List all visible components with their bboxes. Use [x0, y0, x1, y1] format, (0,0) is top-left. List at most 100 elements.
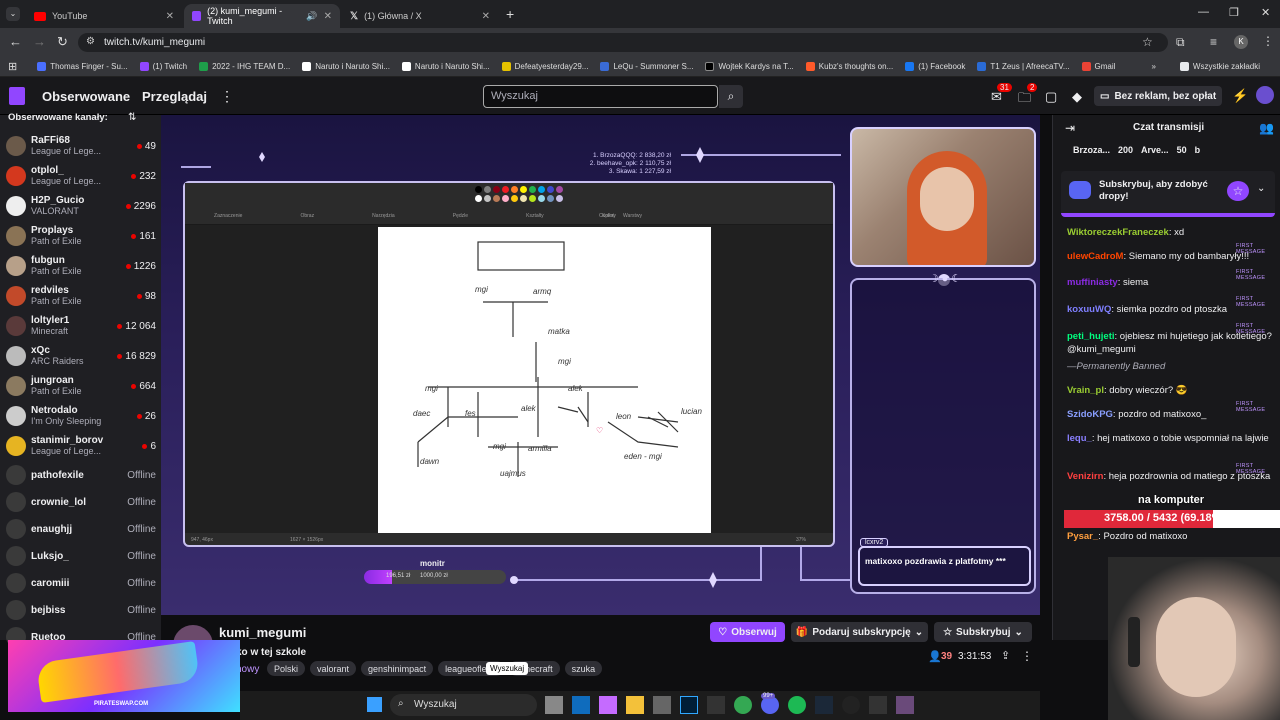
leaderboard-entry[interactable]: Arve...	[1141, 145, 1169, 155]
bits-icon[interactable]: ◆	[1072, 89, 1082, 105]
chat-message[interactable]: lequ_: hej matixoxo o tobie wspomniał na…	[1067, 432, 1275, 445]
tag[interactable]: Polski	[267, 661, 306, 676]
sidebar-channel[interactable]: Luksjo_ Offline	[6, 541, 156, 571]
sidebar-channel[interactable]: Netrodalo I'm Only Sleeping 26	[6, 401, 156, 431]
task-view-icon[interactable]	[545, 696, 563, 714]
gift-sub-button[interactable]: 🎁 Podaruj subskrypcję ⌄	[791, 622, 928, 642]
leaderboard-entry[interactable]: 200	[1118, 145, 1133, 155]
drawing-canvas[interactable]: mgi armq matka mgi alek mgi fes alek leo…	[378, 227, 711, 533]
chat-bubble-icon[interactable]: ▢	[1045, 89, 1057, 105]
back-icon[interactable]: ←	[9, 34, 22, 49]
profile-avatar[interactable]: K	[1234, 35, 1248, 49]
turbo-icon[interactable]: ⚡	[1232, 88, 1248, 104]
tab-x[interactable]: 𝕏 (1) Główna / X ✕	[342, 4, 498, 28]
close-window-icon[interactable]: ✕	[1261, 6, 1270, 19]
browser-menu-icon[interactable]: ⋮	[1262, 34, 1274, 48]
media-icon[interactable]: ≡	[1210, 35, 1217, 49]
url-field[interactable]: ⚙ twitch.tv/kumi_megumi ☆	[78, 33, 1168, 52]
sidebar-channel[interactable]: fubgun Path of Exile 1226	[6, 251, 156, 281]
new-tab-icon[interactable]: +	[506, 6, 514, 22]
chat-username[interactable]: peti_hujeti	[1067, 331, 1115, 342]
more-bookmarks-icon[interactable]: »	[1151, 62, 1155, 71]
tag[interactable]: valorant	[310, 661, 357, 676]
sidebar-channel[interactable]: caromiii Offline	[6, 568, 156, 598]
outlook-icon[interactable]	[572, 696, 590, 714]
search-input[interactable]: Wyszukaj	[483, 85, 718, 108]
chat-message[interactable]: Pysar_: Pozdro od matixoxo	[1067, 530, 1275, 543]
collapse-chat-icon[interactable]: ⇥	[1065, 121, 1075, 135]
sidebar-channel[interactable]: crownie_lol Offline	[6, 487, 156, 517]
sidebar-channel[interactable]: otplol_ League of Lege... 232	[6, 161, 156, 191]
leaderboard-entry[interactable]: Brzoza...	[1073, 145, 1110, 155]
channel-name[interactable]: kumi_megumi	[219, 625, 306, 640]
chat-username[interactable]: SzidoKPG	[1067, 409, 1113, 420]
chat-message[interactable]: WiktoreczekFraneczek: xd	[1067, 226, 1275, 239]
game-icon[interactable]	[869, 696, 887, 714]
follow-button[interactable]: ♡ Obserwuj	[710, 622, 785, 642]
chevron-down-icon[interactable]: ⌄	[1257, 183, 1265, 194]
chat-username[interactable]: koxuuWQ	[1067, 304, 1111, 315]
store-icon[interactable]	[653, 696, 671, 714]
bookmark[interactable]: LeQu - Summoner S...	[594, 61, 699, 71]
sidebar-channel[interactable]: H2P_Gucio VALORANT 2296	[6, 191, 156, 221]
reload-icon[interactable]: ↻	[57, 34, 68, 50]
site-info-icon[interactable]: ⚙	[86, 36, 95, 47]
subscribe-button[interactable]: ☆ Subskrybuj ⌄	[934, 622, 1032, 642]
more-options-icon[interactable]: ⋮	[1021, 649, 1033, 663]
sidebar-channel[interactable]: enaughjj Offline	[6, 514, 156, 544]
bookmark[interactable]: (1) Twitch	[134, 61, 194, 71]
chat-username[interactable]: ulewCadroM	[1067, 251, 1123, 262]
sort-icon[interactable]: ⇅	[128, 112, 136, 123]
twitch-logo-icon[interactable]	[9, 87, 25, 105]
chat-username[interactable]: Pysar_	[1067, 531, 1098, 542]
bookmark[interactable]: Naruto i Naruto Shi...	[296, 61, 396, 71]
apps-icon[interactable]: ⊞	[8, 60, 17, 73]
drops-banner[interactable]: Subskrybuj, aby zdobyć dropy! ☆ ⌄	[1061, 171, 1275, 217]
share-icon[interactable]: ⇪	[1001, 649, 1010, 662]
close-icon[interactable]: ✕	[166, 11, 174, 22]
bookmark[interactable]: Naruto i Naruto Shi...	[396, 61, 496, 71]
maximize-icon[interactable]: ❐	[1229, 6, 1239, 19]
minimize-icon[interactable]: —	[1198, 6, 1209, 18]
chat-username[interactable]: lequ_	[1067, 433, 1092, 444]
more-icon[interactable]: ⋮	[220, 88, 234, 105]
chat-username[interactable]: WiktoreczekFraneczek	[1067, 227, 1169, 238]
windows-start-icon[interactable]	[367, 697, 382, 712]
nav-following[interactable]: Obserwowane	[42, 89, 130, 104]
bookmark[interactable]: Gmail	[1076, 61, 1122, 71]
all-bookmarks[interactable]: Wszystkie zakładki	[1174, 61, 1266, 71]
close-icon[interactable]: ✕	[324, 11, 332, 22]
bookmark[interactable]: 2022 - IHG TEAM D...	[193, 61, 296, 71]
photoshop-icon[interactable]	[680, 696, 698, 714]
league-icon[interactable]	[896, 696, 914, 714]
sidebar-channel[interactable]: Proplays Path of Exile 161	[6, 221, 156, 251]
bookmark[interactable]: Defeatyesterday29...	[496, 61, 595, 71]
extensions-icon[interactable]: ⧉	[1176, 35, 1185, 50]
tab-twitch[interactable]: (2) kumi_megumi - Twitch 🔊 ✕	[184, 4, 340, 28]
sidebar-channel[interactable]: RaFFi68 League of Lege... 49	[6, 131, 156, 161]
whispers-icon[interactable]: 🗀	[1018, 89, 1031, 111]
sidebar-channel[interactable]: xQc ARC Raiders 16 829	[6, 341, 156, 371]
spotify-icon[interactable]	[788, 696, 806, 714]
search-button[interactable]: ⌕	[719, 85, 743, 108]
chrome-icon[interactable]	[734, 696, 752, 714]
sidebar-channel[interactable]: bejbiss Offline	[6, 595, 156, 625]
bookmark[interactable]: Kubz's thoughts on...	[800, 61, 899, 71]
leaderboard-entry[interactable]: 50	[1177, 145, 1187, 155]
tag[interactable]: szuka	[564, 661, 603, 676]
terminal-icon[interactable]	[707, 696, 725, 714]
tag[interactable]: genshinimpact	[361, 661, 434, 676]
user-avatar[interactable]	[1256, 86, 1274, 104]
sidebar-channel[interactable]: pathofexile Offline	[6, 460, 156, 490]
steam-icon[interactable]	[815, 696, 833, 714]
forward-icon[interactable]: →	[33, 34, 46, 49]
taskbar-search[interactable]: ⌕ Wyszukaj	[390, 694, 537, 716]
chat-message[interactable]: Vrain_pl: dobry wieczór? 😎	[1067, 384, 1275, 397]
obs-icon[interactable]	[842, 696, 860, 714]
bookmark[interactable]: Thomas Finger - Su...	[31, 61, 133, 71]
tab-list-chevron-icon[interactable]: ⌄	[6, 7, 20, 21]
ad-banner[interactable]: PIRATESWAP.COM	[8, 640, 240, 712]
copilot-icon[interactable]	[599, 696, 617, 714]
chat-username[interactable]: Venizirn	[1067, 471, 1103, 482]
nav-browse[interactable]: Przeglądaj	[142, 89, 207, 104]
